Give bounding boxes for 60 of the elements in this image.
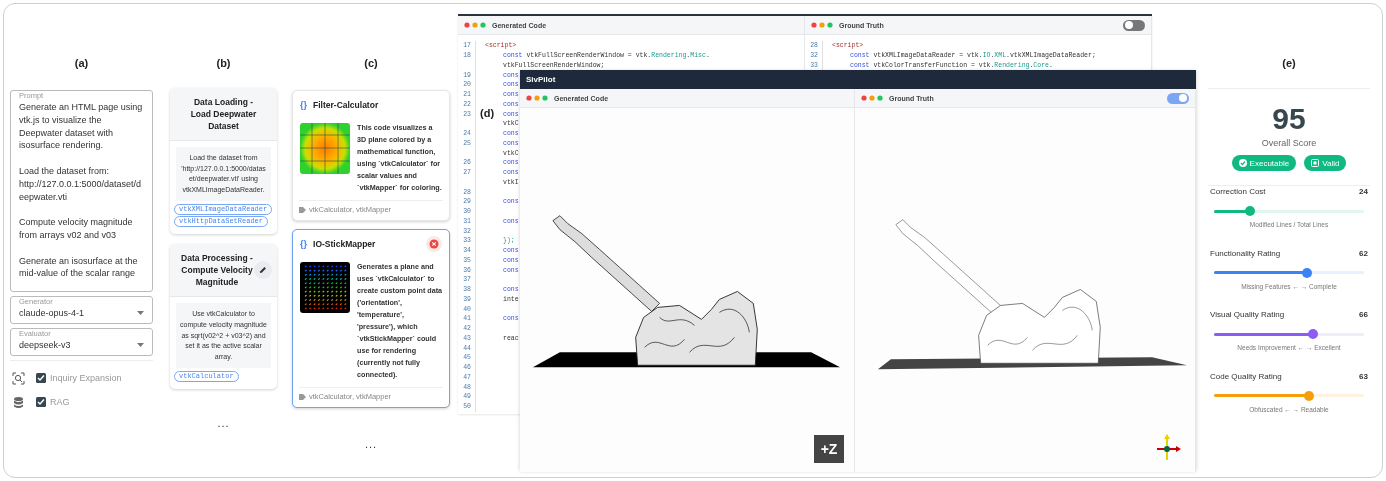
panel-label: (e) xyxy=(1282,56,1296,70)
rating-slider[interactable] xyxy=(1214,206,1364,216)
step-title: Data Processing - Compute Velocity Magnitude xyxy=(180,252,254,289)
braces-icon: {} xyxy=(300,239,307,249)
caret-icon xyxy=(137,343,144,347)
slider-handle[interactable] xyxy=(1308,329,1318,339)
orientation-label[interactable]: +Z xyxy=(814,434,844,463)
slider-handle[interactable] xyxy=(1245,206,1255,216)
caret-icon xyxy=(137,311,144,315)
badge-label: Valid xyxy=(1322,158,1340,168)
axes-icon xyxy=(1157,433,1181,460)
rating-name: Functionality Rating xyxy=(1210,247,1281,260)
square-icon xyxy=(1311,159,1320,167)
rating-slider[interactable] xyxy=(1214,329,1364,339)
window-dots-icon xyxy=(861,95,883,101)
example-card[interactable] xyxy=(292,229,450,408)
heatmap-thumbnail xyxy=(300,123,350,174)
panel-label: (a) xyxy=(74,56,89,70)
rating-slider[interactable] xyxy=(1214,390,1364,401)
tag-icon xyxy=(299,393,306,400)
overall-score: 95 xyxy=(1272,102,1306,136)
toggle-switch[interactable] xyxy=(1167,92,1189,104)
tag-icon xyxy=(299,206,306,213)
database-icon xyxy=(12,395,25,409)
checkbox-label: Inquiry Expansion xyxy=(50,373,122,383)
panel-label: (b) xyxy=(216,56,231,70)
remove-icon[interactable] xyxy=(426,236,442,252)
rating-name: Correction Cost xyxy=(1210,186,1266,198)
glyph-grid-thumbnail xyxy=(300,262,350,313)
window-dots-icon xyxy=(811,22,833,28)
rating-name: Visual Quality Rating xyxy=(1210,309,1285,321)
checkbox[interactable] xyxy=(36,397,46,407)
badge-label: Executable xyxy=(1249,158,1290,168)
score-label: Overall Score xyxy=(1261,138,1317,148)
window-title: SivPilot xyxy=(526,75,556,84)
scan-search-icon xyxy=(12,371,25,385)
checkbox-label: RAG xyxy=(50,397,70,407)
window-dots-icon xyxy=(526,95,548,101)
check-circle-icon xyxy=(1238,159,1247,167)
more-indicator: ... xyxy=(216,417,231,430)
step-title: Data Loading - Load Deepwater Dataset xyxy=(189,96,258,132)
rating-value: 66 xyxy=(1359,309,1368,321)
edit-button[interactable] xyxy=(254,261,272,280)
window-dots-icon xyxy=(464,22,486,28)
slider-handle[interactable] xyxy=(1303,390,1314,401)
example-title: IO-StickMapper xyxy=(313,239,377,249)
rating-name: Code Quality Rating xyxy=(1210,370,1282,383)
checkbox[interactable] xyxy=(36,373,46,383)
toggle-switch[interactable] xyxy=(1123,19,1145,31)
slider-handle[interactable] xyxy=(1302,267,1312,278)
more-indicator: ... xyxy=(363,438,379,450)
panel-label: (d) xyxy=(480,106,495,120)
rating-value: 24 xyxy=(1359,186,1368,198)
rating-slider[interactable] xyxy=(1214,267,1364,278)
pencil-icon xyxy=(259,266,267,275)
rating-value: 62 xyxy=(1359,247,1368,260)
panel-label: (c) xyxy=(364,56,378,70)
rating-value: 63 xyxy=(1359,370,1368,383)
braces-icon: {} xyxy=(300,100,307,110)
example-title: Filter-Calculator xyxy=(313,100,380,110)
